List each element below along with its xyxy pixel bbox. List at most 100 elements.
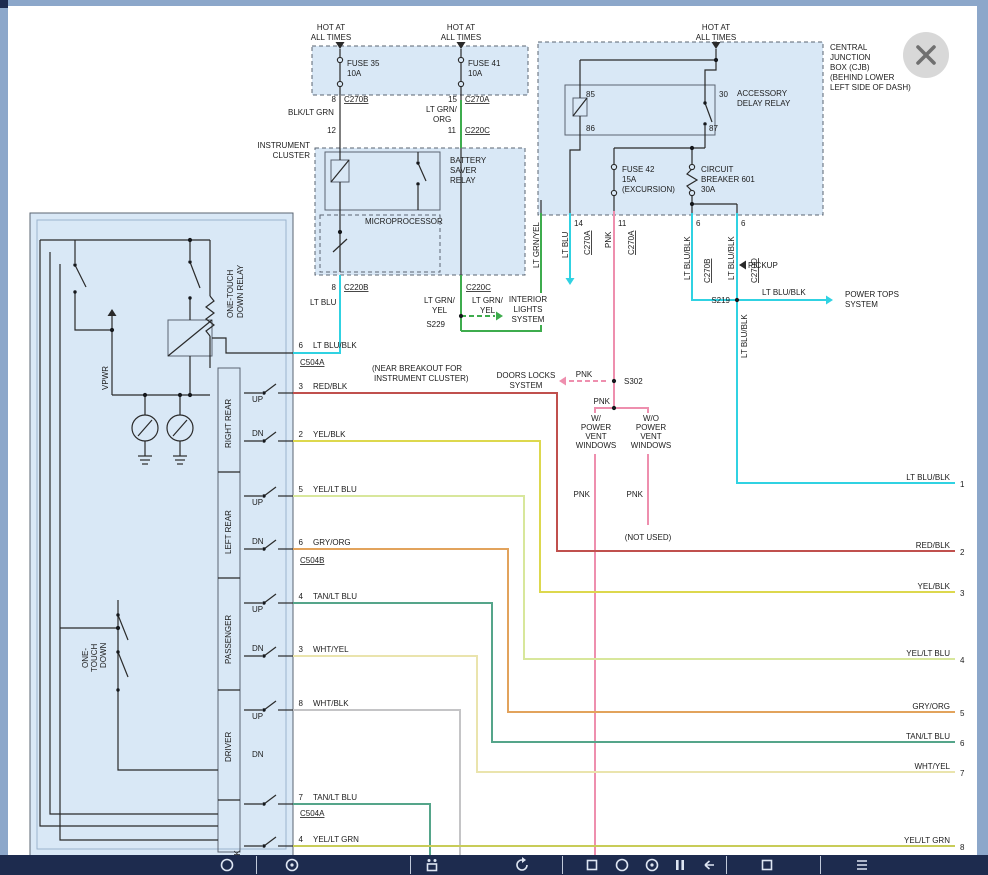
component-label: JUNCTION xyxy=(830,53,871,62)
note-label: POWER xyxy=(636,423,666,432)
close-icon xyxy=(903,32,949,78)
wire-lt-blu-blk xyxy=(737,300,955,483)
window-icon[interactable] xyxy=(758,856,776,874)
updn-label: UP xyxy=(252,498,263,507)
wire-label: PNK xyxy=(574,490,591,499)
pin-number: 8 xyxy=(299,699,304,708)
note-label: INSTRUMENT CLUSTER) xyxy=(374,374,469,383)
pin-number: 7 xyxy=(299,793,304,802)
connector-label: C504A xyxy=(300,358,325,367)
connector-label: C220C xyxy=(466,283,491,292)
junction-dot xyxy=(690,146,694,150)
component-label: ONE-TOUCH xyxy=(226,269,235,318)
master-switch-box xyxy=(30,213,293,856)
component-label: VPWR xyxy=(101,366,110,390)
updn-label: DN xyxy=(252,750,264,759)
component-label: DOWN xyxy=(99,642,108,668)
note-label: VENT xyxy=(585,432,606,441)
arrowhead xyxy=(739,261,746,270)
junction-dot xyxy=(714,58,718,62)
note-label: WINDOWS xyxy=(631,441,671,450)
junction-dot xyxy=(612,379,616,383)
junction-dot xyxy=(459,314,463,318)
wire-label: WHT/YEL xyxy=(914,762,950,771)
record-icon[interactable] xyxy=(643,856,661,874)
junction-dot xyxy=(416,182,419,185)
wire-tan-lt-blu xyxy=(293,603,955,742)
stop-icon[interactable] xyxy=(583,856,601,874)
back-icon[interactable] xyxy=(700,856,718,874)
fuse-terminal xyxy=(337,57,342,62)
component-label: SAVER xyxy=(450,166,477,175)
note-label: PICKUP xyxy=(748,261,778,270)
junction-dot xyxy=(116,688,119,691)
power-label: HOT AT xyxy=(702,23,730,32)
pin-number: 87 xyxy=(709,124,718,133)
toolbar-separator xyxy=(820,856,821,874)
wire-label: YEL xyxy=(432,306,448,315)
pin-number: 3 xyxy=(299,645,304,654)
menu-icon[interactable] xyxy=(853,856,871,874)
wire-label: RED/BLK xyxy=(313,382,348,391)
system-label: SYSTEM xyxy=(512,315,545,324)
fuse-label: FUSE 35 xyxy=(347,59,380,68)
power-label: HOT AT xyxy=(317,23,345,32)
junction-dot xyxy=(612,406,616,410)
pause-icon[interactable] xyxy=(671,856,689,874)
pin-number: 6 xyxy=(299,341,304,350)
component-label: CIRCUIT xyxy=(701,165,734,174)
shape-circle-icon[interactable] xyxy=(613,856,631,874)
connector-label: C270A xyxy=(465,95,490,104)
upload-icon[interactable] xyxy=(423,856,441,874)
system-label: INTERIOR xyxy=(509,295,547,304)
terminal-number: 4 xyxy=(960,656,965,665)
wire-label: TAN/LT BLU xyxy=(906,732,950,741)
wire-label: LT BLU/BLK xyxy=(906,473,950,482)
wire-label: WHT/BLK xyxy=(313,699,349,708)
pan-icon[interactable] xyxy=(283,856,301,874)
pin-number: 5 xyxy=(299,485,304,494)
junction-dot xyxy=(262,654,265,657)
wire-label: LT BLU xyxy=(310,298,337,307)
wire-label: RED/BLK xyxy=(916,541,951,550)
wire-pnk xyxy=(595,408,614,856)
pin-number: 2 xyxy=(299,430,304,439)
rotate-icon[interactable] xyxy=(513,856,531,874)
pin-number: 4 xyxy=(299,592,304,601)
wire-label: WHT/YEL xyxy=(313,645,349,654)
toolbar-separator xyxy=(256,856,257,874)
junction-dot xyxy=(188,296,191,299)
pin-number: 86 xyxy=(586,124,595,133)
wire-yel-blk xyxy=(293,441,955,592)
terminal-number: 7 xyxy=(960,769,965,778)
wire-label: LT BLU/BLK xyxy=(762,288,806,297)
wire-label: TAN/LT BLU xyxy=(313,592,357,601)
zoom-icon[interactable] xyxy=(218,856,236,874)
pin-number: 6 xyxy=(696,219,701,228)
section-label: LEFT REAR xyxy=(224,510,233,554)
connector-label: C270A xyxy=(627,230,636,255)
central-junction-box xyxy=(538,42,823,215)
fuse-terminal xyxy=(689,164,694,169)
wire-label: LT GRN/ xyxy=(426,105,458,114)
junction-dot xyxy=(188,238,192,242)
wire-label: YEL xyxy=(480,306,496,315)
arrowhead xyxy=(496,312,503,321)
wire-label: LT BLU xyxy=(561,231,570,258)
wire-label: LT GRN/ xyxy=(424,296,456,305)
fuse-terminal xyxy=(458,57,463,62)
wire-label: ORG xyxy=(433,115,451,124)
fuse-label: FUSE 42 xyxy=(622,165,655,174)
updn-label: UP xyxy=(252,395,263,404)
wire-wht-yel xyxy=(293,656,955,772)
component-label: TOUCH xyxy=(90,643,99,672)
pin-number: 85 xyxy=(586,90,595,99)
wire-label: YEL/BLK xyxy=(313,430,346,439)
junction-dot xyxy=(735,298,739,302)
junction-dot xyxy=(73,263,76,266)
component-label: LEFT SIDE OF DASH) xyxy=(830,83,911,92)
toolbar-separator xyxy=(562,856,563,874)
updn-label: DN xyxy=(252,537,264,546)
close-button[interactable] xyxy=(903,32,949,78)
component-label: MICROPROCESSOR xyxy=(365,217,443,226)
